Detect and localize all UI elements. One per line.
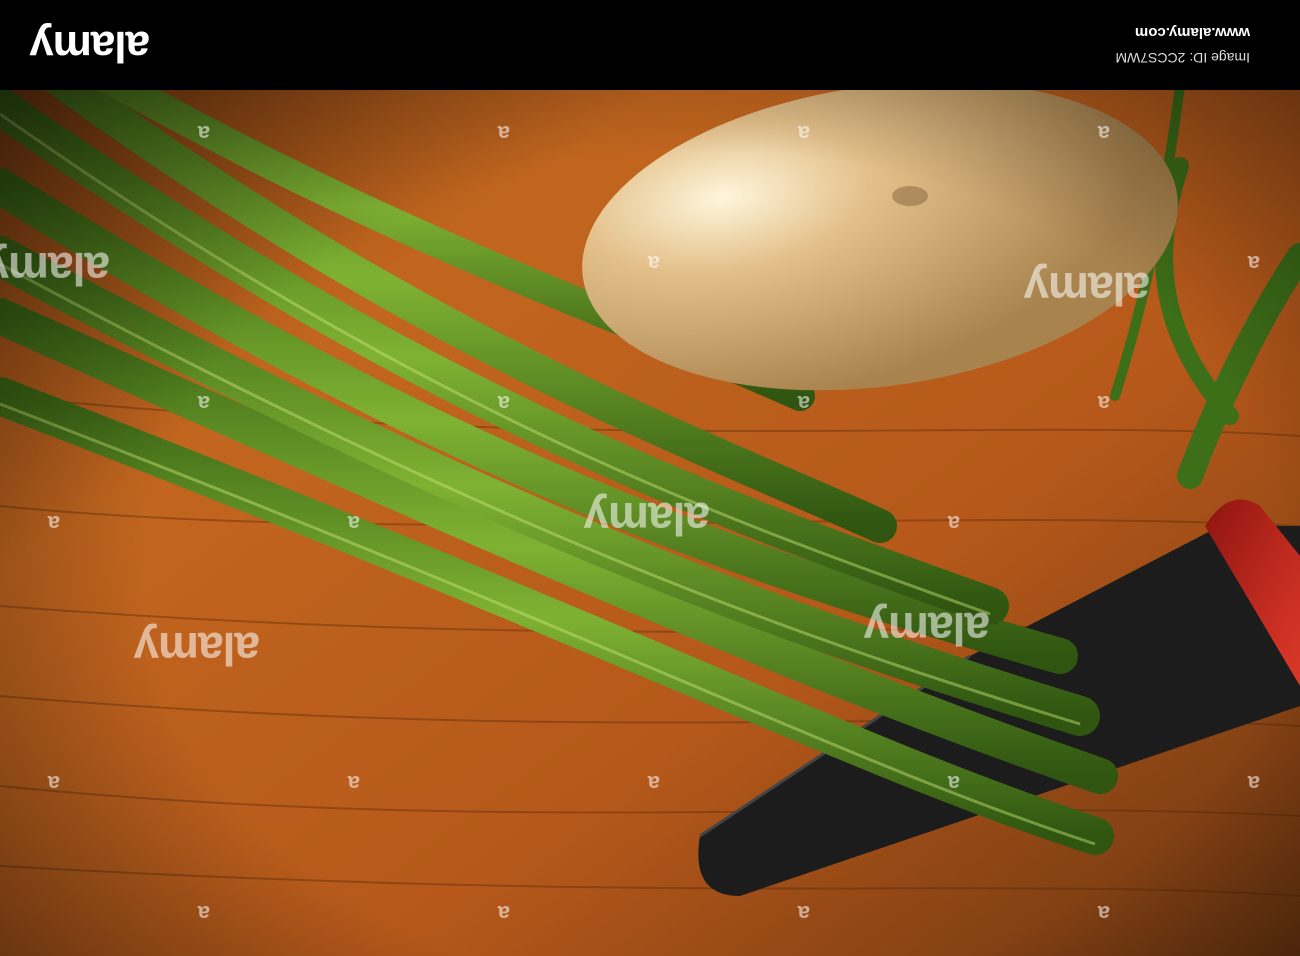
watermark-letter: a	[947, 771, 960, 796]
watermark-letter: a	[1247, 251, 1260, 276]
watermark-letter: a	[497, 121, 510, 146]
watermark-letter: a	[497, 901, 510, 926]
watermark-logo: alamy	[0, 243, 110, 295]
watermark-letter: a	[947, 511, 960, 536]
watermark-letter: a	[497, 391, 510, 416]
stock-banner	[0, 0, 1300, 90]
watermark-letter: a	[647, 771, 660, 796]
watermark-letter: a	[47, 511, 60, 536]
watermark-logo: alamy	[584, 493, 710, 545]
watermark-letter: a	[1097, 901, 1110, 926]
site-url: www.alamy.com	[1134, 24, 1250, 41]
watermark-letter: a	[197, 391, 210, 416]
watermark-letter: a	[197, 901, 210, 926]
watermark-logo: alamy	[864, 603, 990, 655]
watermark-letter: a	[797, 901, 810, 926]
watermark-letter: a	[47, 771, 60, 796]
watermark-letter: a	[797, 391, 810, 416]
watermark-letter: a	[347, 511, 360, 536]
watermark-letter: a	[1097, 391, 1110, 416]
watermark-letter: a	[197, 121, 210, 146]
image-id: Image ID: 2CCS7WM	[1115, 50, 1250, 66]
watermark-letter: a	[797, 121, 810, 146]
watermark-letter: a	[647, 251, 660, 276]
watermark-letter: a	[1097, 121, 1110, 146]
alamy-logo: alamy	[30, 22, 150, 71]
rotated-stock-photo: alamy alamy alamy alamy alamy a a a a a …	[0, 0, 1300, 956]
watermark-letter: a	[1247, 771, 1260, 796]
watermark-logo: alamy	[1024, 263, 1150, 315]
watermark-letter: a	[347, 771, 360, 796]
watermark-logo: alamy	[134, 623, 260, 675]
